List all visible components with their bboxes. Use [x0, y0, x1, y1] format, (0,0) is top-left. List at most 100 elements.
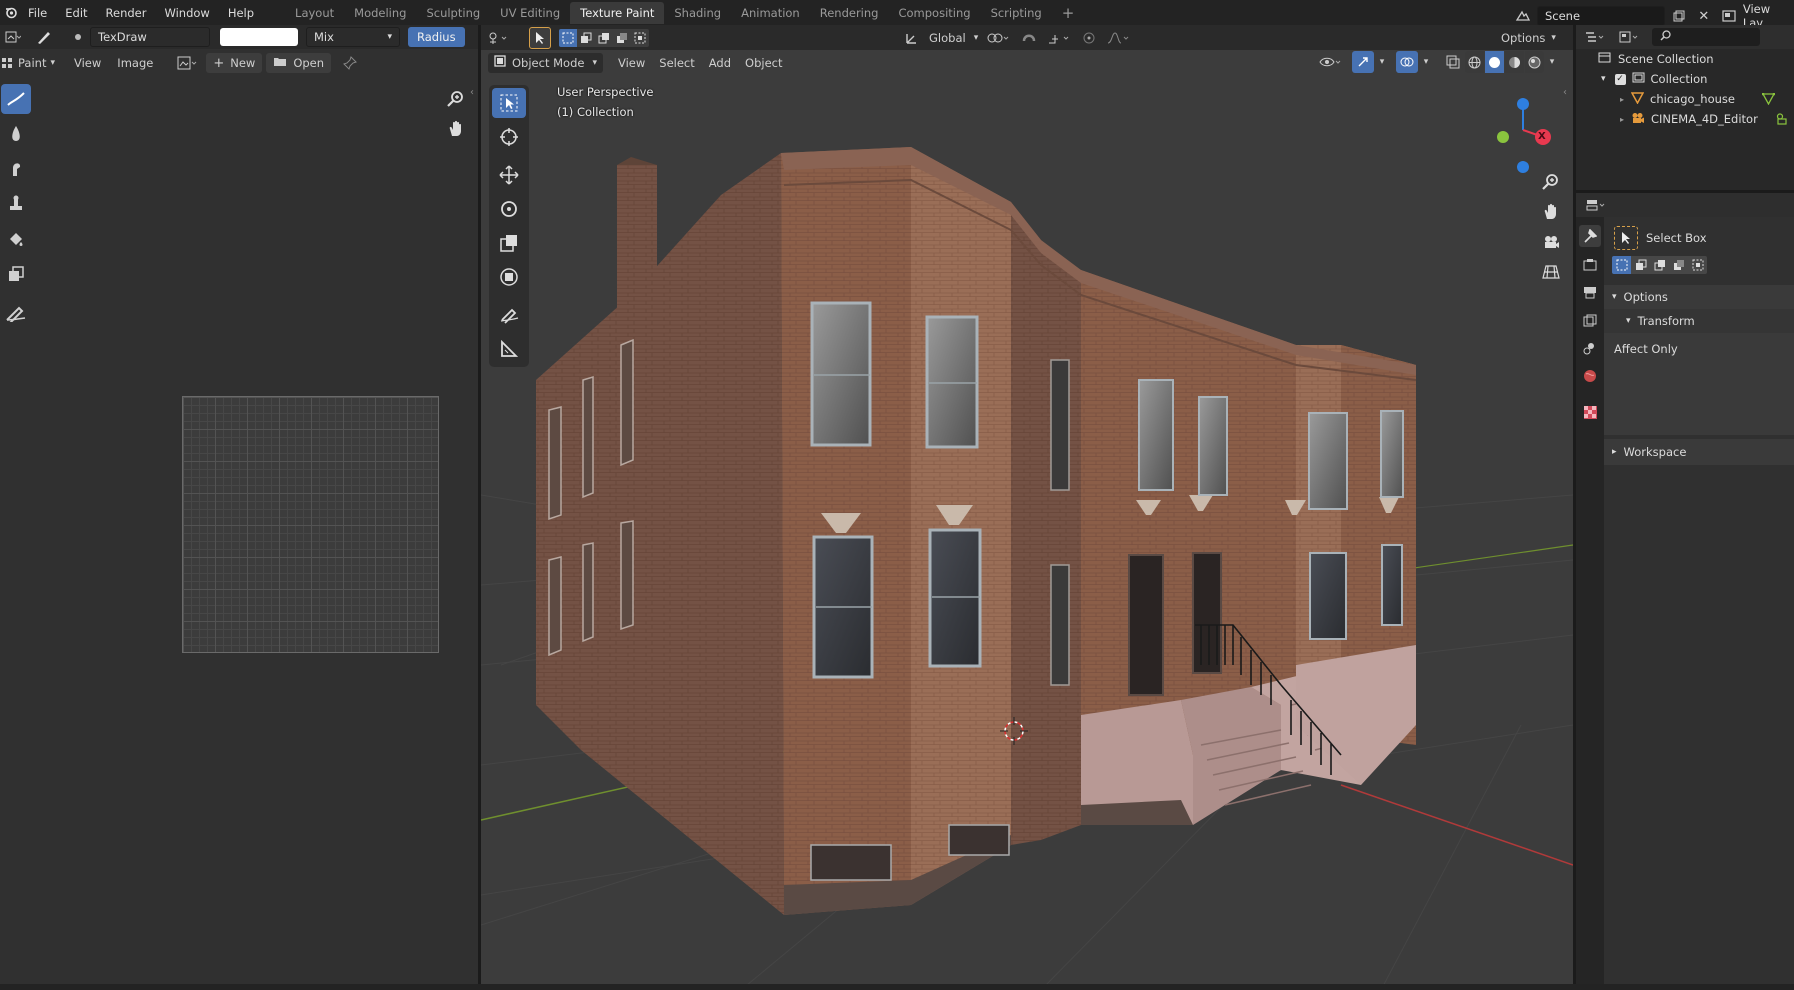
menu-select[interactable]: Select — [652, 52, 701, 74]
select-difference-icon[interactable] — [613, 28, 631, 47]
radius-button[interactable]: Radius — [408, 27, 465, 47]
render-properties-tab-icon[interactable] — [1579, 253, 1601, 275]
brush-name-field[interactable]: TexDraw — [90, 27, 210, 47]
blend-mode-select[interactable]: Mix ▾ — [306, 27, 400, 47]
menu-edit[interactable]: Edit — [56, 6, 96, 20]
blender-logo-icon[interactable] — [3, 2, 19, 24]
select-subtract-icon[interactable] — [595, 28, 613, 47]
gizmo-dropdown-icon[interactable]: ▾ — [1375, 51, 1389, 73]
editor-type-icon[interactable] — [1582, 194, 1612, 216]
smear-tool-icon[interactable] — [1, 154, 31, 184]
new-image-button[interactable]: + New — [206, 53, 263, 73]
perspective-toggle-icon[interactable] — [1539, 260, 1563, 284]
add-workspace-button[interactable]: + — [1052, 2, 1085, 24]
select-box-tool-icon[interactable] — [492, 88, 526, 118]
paint-mode-select[interactable]: Paint ▾ — [16, 52, 57, 74]
tab-rendering[interactable]: Rendering — [810, 2, 889, 24]
uv-image-canvas[interactable] — [182, 396, 439, 653]
pivot-point-icon[interactable] — [984, 27, 1014, 49]
mesh-data-icon[interactable] — [1761, 92, 1776, 108]
outliner-search-input[interactable] — [1652, 28, 1760, 46]
pan-view-icon[interactable] — [1539, 200, 1563, 224]
transform-orientation-icon[interactable] — [901, 27, 923, 49]
camera-view-icon[interactable] — [1539, 230, 1563, 254]
visibility-eye-icon[interactable] — [1317, 51, 1345, 73]
expand-arrow-icon[interactable]: ▾ — [1601, 74, 1606, 84]
select-box-tool-icon[interactable] — [1614, 226, 1638, 250]
solid-shading-icon[interactable] — [1485, 51, 1504, 73]
pin-icon[interactable] — [339, 52, 361, 74]
select-intersect-icon[interactable] — [1688, 256, 1707, 274]
tab-texture-paint[interactable]: Texture Paint — [570, 1, 665, 24]
checkbox-icon[interactable]: ✓ — [1614, 73, 1626, 85]
tool-properties-tab-icon[interactable] — [1579, 225, 1601, 247]
menu-view[interactable]: View — [611, 52, 652, 74]
select-extend-icon[interactable] — [1631, 256, 1650, 274]
mask-tool-icon[interactable] — [1, 259, 31, 289]
outliner-item-cinema-4d-editor[interactable]: ▸ CINEMA_4D_Editor — [1576, 109, 1794, 129]
proportional-editing-icon[interactable] — [1078, 27, 1100, 49]
rendered-shading-icon[interactable] — [1525, 51, 1544, 73]
brush-icon[interactable] — [34, 26, 56, 48]
menu-render[interactable]: Render — [97, 6, 156, 20]
clone-tool-icon[interactable] — [1, 189, 31, 219]
fill-tool-icon[interactable] — [1, 224, 31, 254]
brush-preview-icon[interactable] — [70, 26, 86, 48]
display-mode-icon[interactable] — [1616, 26, 1644, 48]
scene-icon[interactable] — [1512, 5, 1534, 27]
viewport-options-button[interactable]: Options ▾ — [1497, 27, 1560, 49]
xray-toggle-icon[interactable] — [1442, 51, 1464, 73]
view-layer-icon[interactable] — [1718, 5, 1740, 27]
menu-object[interactable]: Object — [738, 52, 789, 74]
wireframe-shading-icon[interactable] — [1465, 51, 1484, 73]
tab-compositing[interactable]: Compositing — [888, 2, 980, 24]
tab-shading[interactable]: Shading — [664, 2, 731, 24]
annotate-tool-icon[interactable] — [492, 300, 526, 330]
rotate-tool-icon[interactable] — [492, 194, 526, 224]
falloff-icon[interactable] — [1104, 27, 1134, 49]
menu-help[interactable]: Help — [219, 6, 263, 20]
select-intersect-icon[interactable] — [631, 28, 649, 47]
outliner-item-collection[interactable]: ▾ ✓ Collection — [1576, 69, 1794, 89]
cursor-tool-icon[interactable] — [492, 122, 526, 152]
expand-arrow-icon[interactable]: ▸ — [1620, 95, 1624, 104]
copy-scene-icon[interactable] — [1668, 5, 1690, 27]
transform-subpanel-header[interactable]: ▾ Transform — [1604, 309, 1794, 333]
select-subtract-icon[interactable] — [1650, 256, 1669, 274]
output-properties-tab-icon[interactable] — [1579, 281, 1601, 303]
select-tool-icon[interactable] — [529, 26, 551, 49]
draw-tool-icon[interactable] — [1, 84, 31, 114]
tab-animation[interactable]: Animation — [731, 2, 810, 24]
soften-tool-icon[interactable] — [1, 119, 31, 149]
sidebar-toggle-arrow-icon[interactable]: ‹ — [470, 87, 474, 98]
overlays-toggle-icon[interactable] — [1396, 51, 1418, 73]
tab-layout[interactable]: Layout — [285, 2, 344, 24]
texture-properties-tab-icon[interactable] — [1579, 401, 1601, 423]
menu-view[interactable]: View — [67, 52, 108, 74]
options-panel-header[interactable]: ▾ Options — [1604, 285, 1794, 309]
overlays-dropdown-icon[interactable]: ▾ — [1419, 51, 1433, 73]
editor-type-icon[interactable] — [485, 27, 513, 49]
brush-color-swatch[interactable] — [220, 28, 298, 46]
zoom-view-icon[interactable] — [444, 87, 468, 111]
editor-type-icon[interactable] — [2, 26, 24, 48]
editor-type-icon[interactable] — [1582, 26, 1610, 48]
world-properties-tab-icon[interactable] — [1579, 365, 1601, 387]
sidebar-toggle-arrow-icon[interactable]: ‹ — [1563, 87, 1567, 98]
zoom-view-icon[interactable] — [1539, 170, 1563, 194]
select-difference-icon[interactable] — [1669, 256, 1688, 274]
pan-view-icon[interactable] — [444, 117, 468, 141]
tab-scripting[interactable]: Scripting — [981, 2, 1052, 24]
tab-sculpting[interactable]: Sculpting — [416, 2, 490, 24]
select-new-icon[interactable] — [559, 28, 577, 47]
snap-target-icon[interactable] — [1044, 27, 1074, 49]
tab-modeling[interactable]: Modeling — [344, 2, 416, 24]
material-shading-icon[interactable] — [1505, 51, 1524, 73]
tab-uv-editing[interactable]: UV Editing — [490, 2, 570, 24]
transform-tool-icon[interactable] — [492, 262, 526, 292]
menu-window[interactable]: Window — [155, 6, 218, 20]
scene-properties-tab-icon[interactable] — [1579, 337, 1601, 359]
expand-arrow-icon[interactable]: ▸ — [1620, 115, 1624, 124]
shading-dropdown-icon[interactable]: ▾ — [1545, 51, 1559, 73]
move-tool-icon[interactable] — [492, 160, 526, 190]
